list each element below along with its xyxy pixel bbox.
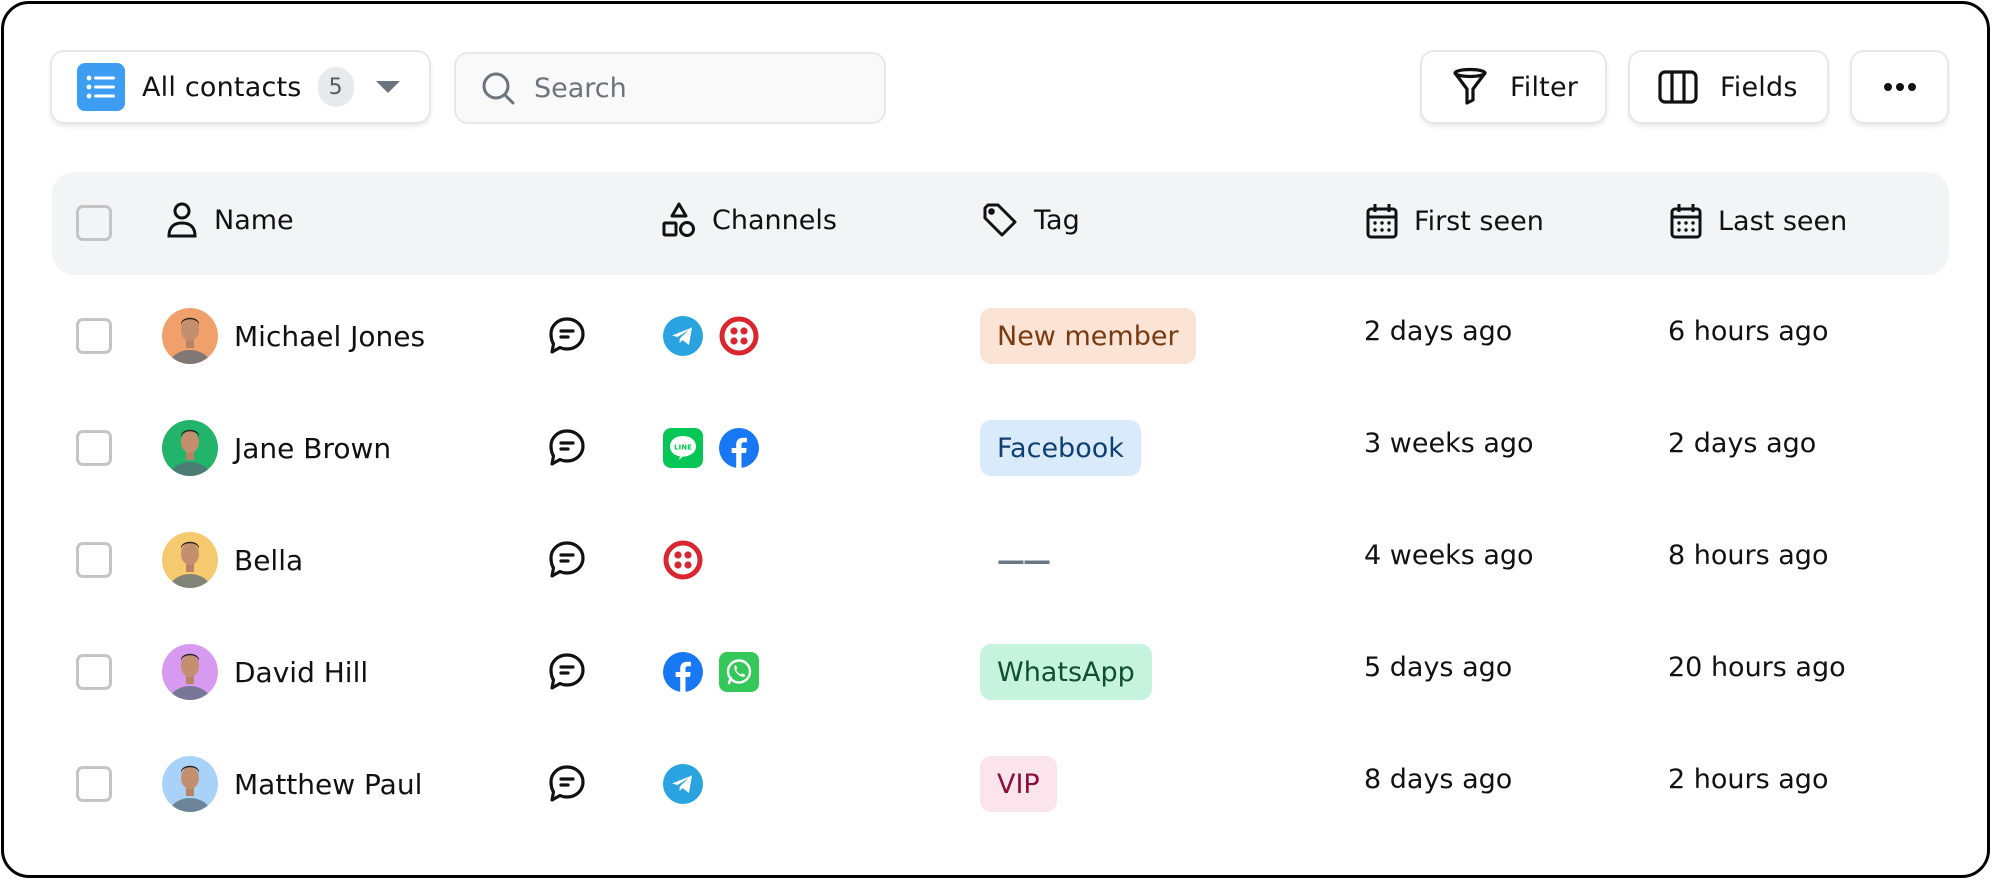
filter-icon: [1453, 67, 1487, 105]
column-header-name[interactable]: Name: [166, 202, 294, 238]
chat-icon[interactable]: [548, 652, 586, 692]
columns-icon: [1658, 70, 1698, 104]
chat-icon[interactable]: [548, 316, 586, 356]
filter-button[interactable]: Filter: [1420, 50, 1607, 124]
avatar: [162, 308, 218, 364]
person-icon: [167, 202, 197, 238]
contact-name[interactable]: Jane Brown: [234, 432, 391, 465]
view-selector-label: All contacts: [142, 71, 302, 103]
search-field[interactable]: [454, 52, 886, 124]
table-row[interactable]: Jane Brown LINE Facebook 3 weeks ago 2 d…: [52, 392, 1949, 504]
table-header: Name Channels Tag First seen Last seen: [52, 172, 1949, 275]
caret-down-icon: [375, 81, 400, 93]
fields-label: Fields: [1720, 71, 1798, 103]
first-seen-value: 3 weeks ago: [1364, 428, 1534, 459]
list-icon: [77, 63, 125, 111]
contact-name[interactable]: Bella: [234, 544, 303, 577]
avatar: [162, 644, 218, 700]
table-row[interactable]: David Hill WhatsApp 5 days ago 20 hours …: [52, 616, 1949, 728]
last-seen-value: 8 hours ago: [1668, 540, 1829, 571]
telegram-icon[interactable]: [663, 316, 703, 356]
tag-badge[interactable]: VIP: [980, 756, 1057, 812]
tag-icon: [983, 203, 1017, 237]
tag-badge[interactable]: New member: [980, 308, 1196, 364]
row-checkbox[interactable]: [76, 542, 112, 578]
table-row[interactable]: Michael Jones New member 2 days ago 6 ho…: [52, 280, 1949, 392]
empty-tag-placeholder: ——: [997, 543, 1051, 577]
line-icon[interactable]: LINE: [663, 428, 703, 468]
table-row[interactable]: Matthew Paul VIP 8 days ago 2 hours ago: [52, 728, 1949, 840]
last-seen-value: 6 hours ago: [1668, 316, 1829, 347]
row-checkbox[interactable]: [76, 318, 112, 354]
avatar: [162, 756, 218, 812]
contact-name[interactable]: Michael Jones: [234, 320, 425, 353]
channel-list: LINE: [663, 428, 775, 468]
channel-list: [663, 652, 775, 692]
shapes-icon: [662, 202, 695, 237]
filter-label: Filter: [1510, 71, 1579, 103]
first-seen-value: 4 weeks ago: [1364, 540, 1534, 571]
first-seen-value: 5 days ago: [1364, 652, 1513, 683]
chat-icon[interactable]: [548, 764, 586, 804]
contact-count-badge: 5: [317, 67, 354, 107]
facebook-icon[interactable]: [719, 428, 759, 468]
table-row[interactable]: Bella —— 4 weeks ago 8 hours ago: [52, 504, 1949, 616]
fields-button[interactable]: Fields: [1628, 50, 1829, 124]
avatar: [162, 532, 218, 588]
calendar-icon: [1670, 204, 1702, 239]
row-checkbox[interactable]: [76, 430, 112, 466]
twilio-icon[interactable]: [663, 540, 703, 580]
chat-icon[interactable]: [548, 428, 586, 468]
svg-text:LINE: LINE: [674, 444, 692, 452]
column-header-last-seen[interactable]: Last seen: [1670, 203, 1847, 239]
contact-name[interactable]: David Hill: [234, 656, 368, 689]
last-seen-value: 20 hours ago: [1668, 652, 1846, 683]
telegram-icon[interactable]: [663, 764, 703, 804]
view-selector-button[interactable]: All contacts 5: [50, 50, 431, 124]
last-seen-value: 2 hours ago: [1668, 764, 1829, 795]
select-all-checkbox[interactable]: [76, 205, 112, 241]
calendar-icon: [1366, 204, 1398, 239]
search-input[interactable]: [534, 72, 874, 104]
column-header-channels[interactable]: Channels: [662, 202, 837, 238]
search-icon: [480, 70, 516, 106]
tag-badge[interactable]: WhatsApp: [980, 644, 1152, 700]
more-horizontal-icon: [1883, 83, 1916, 91]
tag-badge[interactable]: Facebook: [980, 420, 1141, 476]
twilio-icon[interactable]: [719, 316, 759, 356]
channel-list: [663, 540, 719, 580]
first-seen-value: 8 days ago: [1364, 764, 1513, 795]
channel-list: [663, 316, 775, 356]
chat-icon[interactable]: [548, 540, 586, 580]
whatsapp-icon[interactable]: [719, 652, 759, 692]
column-header-tag[interactable]: Tag: [982, 202, 1080, 238]
last-seen-value: 2 days ago: [1668, 428, 1817, 459]
facebook-icon[interactable]: [663, 652, 703, 692]
row-checkbox[interactable]: [76, 766, 112, 802]
contact-name[interactable]: Matthew Paul: [234, 768, 422, 801]
app-window: All contacts 5 Filter Fields: [1, 1, 1990, 878]
avatar: [162, 420, 218, 476]
channel-list: [663, 764, 719, 804]
more-options-button[interactable]: [1850, 50, 1949, 124]
row-checkbox[interactable]: [76, 654, 112, 690]
first-seen-value: 2 days ago: [1364, 316, 1513, 347]
column-header-first-seen[interactable]: First seen: [1366, 203, 1544, 239]
